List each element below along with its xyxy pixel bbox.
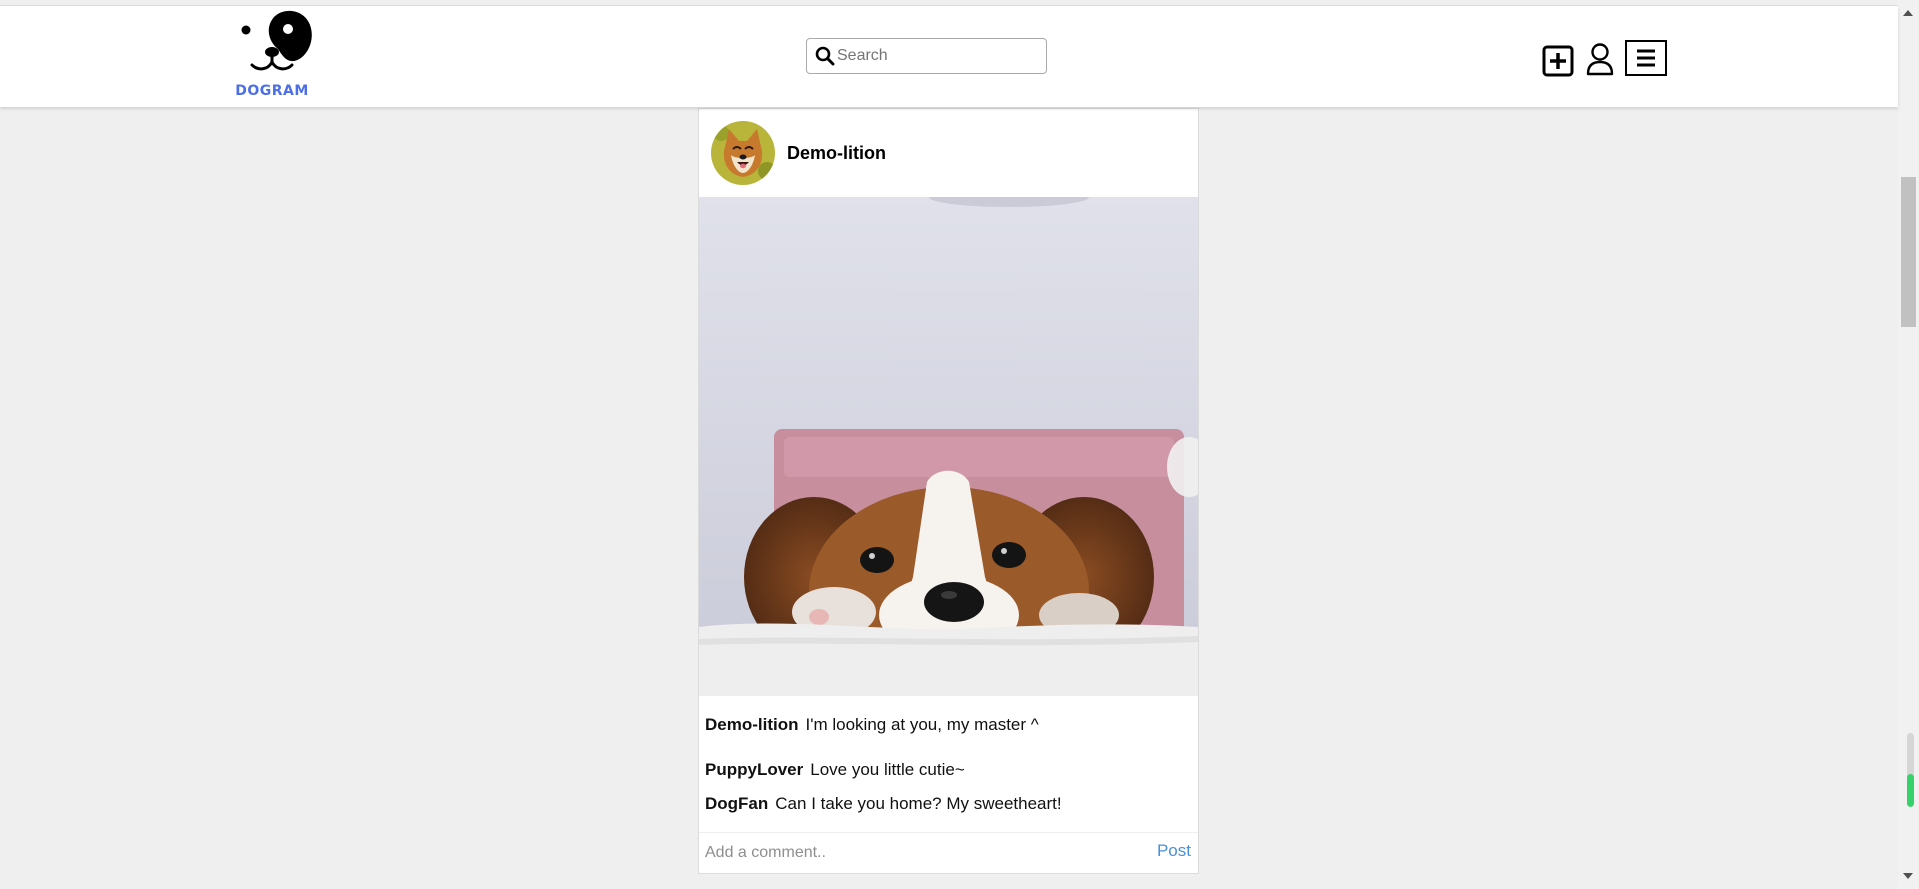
page: DOGRAM Search Demo-lition Demo-lition I'… (0, 0, 1919, 889)
comment-text: Can I take you home? My sweetheart! (775, 794, 1062, 813)
side-level-indicator (1907, 733, 1914, 807)
menu-button[interactable] (1625, 40, 1667, 76)
post-photo (699, 197, 1198, 696)
scroll-up-arrow-icon[interactable] (1903, 10, 1913, 16)
comment-item: DogFan Can I take you home? My sweetheart… (705, 794, 1062, 814)
caption-text: I'm looking at you, my master ^ (805, 715, 1039, 734)
comment-item: PuppyLover Love you little cutie~ (705, 760, 965, 780)
add-post-icon[interactable] (1542, 44, 1574, 78)
post-card: Demo-lition Demo-lition I'm looking at y… (698, 108, 1199, 874)
post-username[interactable]: Demo-lition (787, 143, 886, 164)
side-level-fill (1907, 774, 1914, 807)
dogram-logo[interactable]: DOGRAM (234, 7, 320, 103)
add-comment-bar: Post (699, 832, 1198, 874)
comment-text: Love you little cutie~ (810, 760, 965, 779)
scrollbar-thumb[interactable] (1901, 177, 1916, 327)
caption-username[interactable]: Demo-lition (705, 715, 799, 734)
comment-username[interactable]: DogFan (705, 794, 768, 813)
shiba-avatar-icon (711, 121, 775, 185)
caption: Demo-lition I'm looking at you, my master… (705, 715, 1039, 735)
scroll-down-arrow-icon[interactable] (1903, 873, 1913, 879)
avatar[interactable] (711, 121, 775, 185)
post-header: Demo-lition (699, 109, 1198, 197)
post-comment-button[interactable]: Post (1157, 841, 1191, 861)
hamburger-menu-icon (1637, 49, 1655, 67)
search-input[interactable] (837, 39, 1037, 73)
search-icon (815, 46, 835, 66)
user-profile-icon[interactable] (1584, 41, 1616, 77)
comment-input[interactable] (705, 841, 1105, 865)
search-box[interactable] (806, 38, 1047, 74)
puppy-photo-icon (699, 197, 1198, 696)
dog-face-logo-icon (241, 10, 312, 71)
logo-text: DOGRAM (235, 83, 309, 99)
top-navbar: DOGRAM (0, 6, 1898, 107)
comment-username[interactable]: PuppyLover (705, 760, 803, 779)
